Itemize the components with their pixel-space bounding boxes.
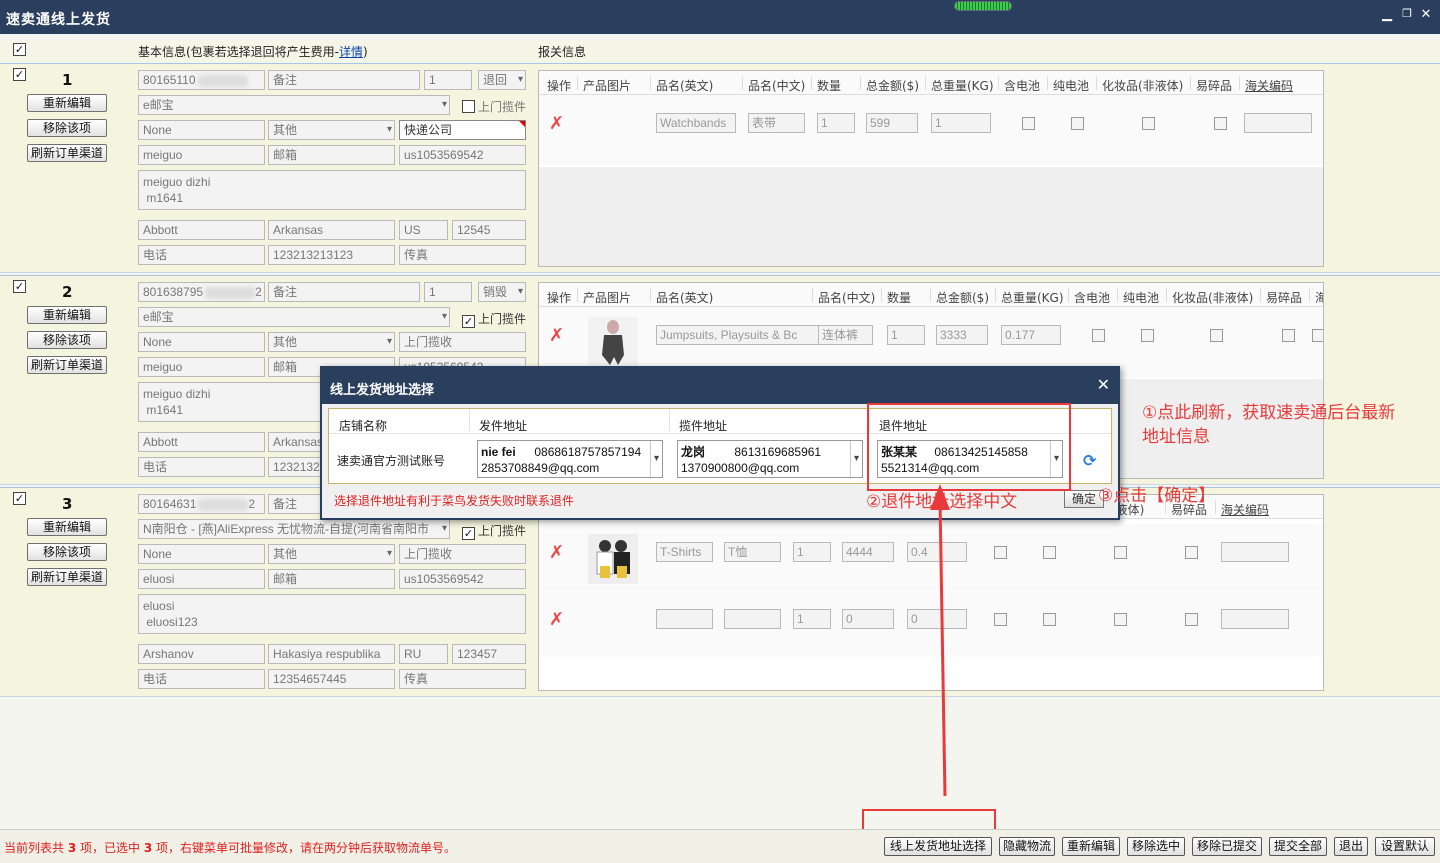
hide-logistics-button[interactable]: 隐藏物流 bbox=[999, 837, 1055, 856]
annotation-1b: 地址信息 bbox=[1142, 427, 1210, 447]
annotation-2: ②退件地址选择中文 bbox=[866, 492, 1018, 512]
set-default-button[interactable]: 设置默认 bbox=[1375, 837, 1435, 856]
annotation-1: ①点此刷新，获取速卖通后台最新 bbox=[1142, 403, 1396, 423]
remove-selected-button[interactable]: 移除选中 bbox=[1127, 837, 1185, 856]
annotation-arrow bbox=[930, 484, 950, 797]
reedit-button[interactable]: 重新编辑 bbox=[1062, 837, 1120, 856]
footer-bar: 当前列表共 3 项，已选中 3 项，右键菜单可批量修改，请在两分钟后获取物流单号… bbox=[0, 829, 1440, 863]
annotation-3: ③点击【确定】 bbox=[1098, 486, 1216, 506]
exit-button[interactable]: 退出 bbox=[1334, 837, 1368, 856]
remove-submitted-button[interactable]: 移除已提交 bbox=[1192, 837, 1262, 856]
submit-all-button[interactable]: 提交全部 bbox=[1269, 837, 1327, 856]
address-select-button[interactable]: 线上发货地址选择 bbox=[884, 837, 992, 856]
status-text: 当前列表共 3 项，已选中 3 项，右键菜单可批量修改，请在两分钟后获取物流单号… bbox=[4, 841, 457, 855]
